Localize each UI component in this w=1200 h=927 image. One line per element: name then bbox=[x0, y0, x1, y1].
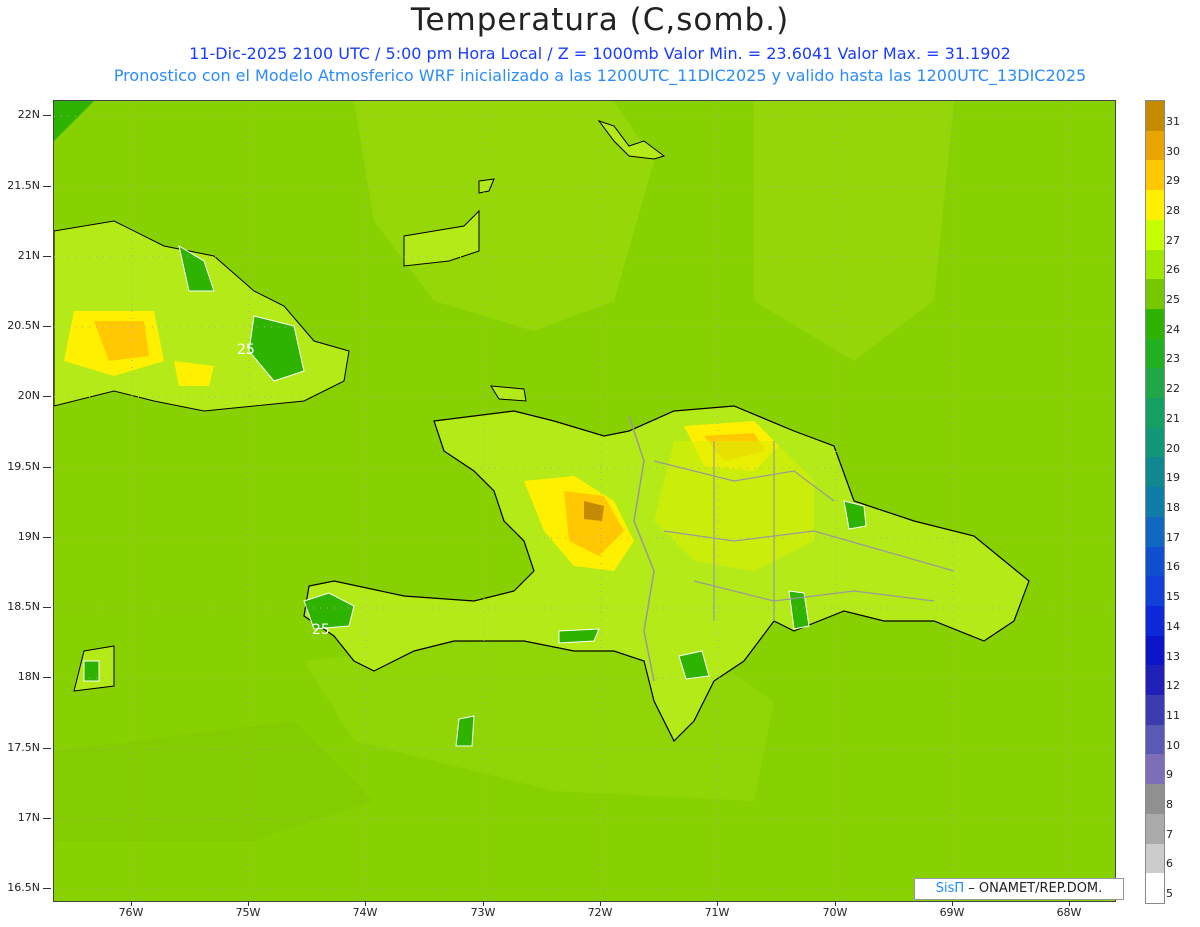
lon-label: 72W bbox=[587, 906, 613, 919]
color-scale-bar bbox=[1145, 100, 1165, 904]
color-scale-label: 29 bbox=[1166, 174, 1180, 188]
color-scale-label: 6 bbox=[1166, 857, 1173, 871]
color-scale-cell bbox=[1146, 576, 1164, 607]
lat-label: 17N bbox=[17, 811, 40, 824]
color-scale-label: 14 bbox=[1166, 619, 1180, 633]
map-canvas: 25 25 bbox=[54, 101, 1115, 901]
color-scale-cell bbox=[1146, 160, 1164, 191]
color-scale-cell bbox=[1146, 249, 1164, 280]
color-scale-cell bbox=[1146, 368, 1164, 399]
color-scale-label: 9 bbox=[1166, 768, 1173, 782]
color-scale-label: 31 bbox=[1166, 114, 1180, 128]
lat-label: 19.5N bbox=[7, 460, 40, 473]
color-scale-label: 8 bbox=[1166, 798, 1173, 812]
credit-brand: SisΠ bbox=[935, 881, 965, 896]
color-scale-cell bbox=[1146, 516, 1164, 548]
lon-label: 71W bbox=[704, 906, 730, 919]
color-scale-cell bbox=[1146, 457, 1164, 488]
color-scale-label: 12 bbox=[1166, 679, 1180, 693]
color-scale-label: 7 bbox=[1166, 827, 1173, 841]
color-scale-label: 15 bbox=[1166, 590, 1180, 604]
lat-label: 18.5N bbox=[7, 600, 40, 613]
lat-label: 17.5N bbox=[7, 741, 40, 754]
color-scale-label: 27 bbox=[1166, 233, 1180, 247]
color-scale-label: 30 bbox=[1166, 144, 1180, 158]
color-scale-cell bbox=[1146, 695, 1164, 726]
color-scale-label: 24 bbox=[1166, 322, 1180, 336]
lat-label: 20N bbox=[17, 389, 40, 402]
lon-label: 69W bbox=[939, 906, 965, 919]
color-scale-cell bbox=[1146, 101, 1164, 132]
lat-label: 21.5N bbox=[7, 179, 40, 192]
lat-label: 21N bbox=[17, 249, 40, 262]
color-scale-label: 5 bbox=[1166, 887, 1173, 901]
color-scale-cell bbox=[1146, 843, 1164, 874]
credit-org: – ONAMET/REP.DOM. bbox=[968, 881, 1103, 896]
lat-label: 18N bbox=[17, 670, 40, 683]
map-title: Temperatura (C,somb.) bbox=[410, 2, 790, 38]
color-scale-label: 25 bbox=[1166, 293, 1180, 307]
color-scale-label: 26 bbox=[1166, 263, 1180, 277]
color-scale-label: 19 bbox=[1166, 471, 1180, 485]
lon-label: 68W bbox=[1056, 906, 1082, 919]
color-scale-cell bbox=[1146, 338, 1164, 369]
temperature-map: 25 25 bbox=[53, 100, 1116, 902]
color-scale-label: 18 bbox=[1166, 501, 1180, 514]
lat-label: 19N bbox=[17, 530, 40, 543]
color-scale-cell bbox=[1146, 219, 1164, 251]
color-scale-cell bbox=[1146, 635, 1164, 666]
color-scale-cell bbox=[1146, 873, 1164, 904]
lon-label: 75W bbox=[235, 906, 261, 919]
map-subtitle-date: 11-Dic-2025 2100 UTC / 5:00 pm Hora Loca… bbox=[189, 44, 1011, 63]
color-scale-cell bbox=[1146, 308, 1164, 340]
color-scale-label: 11 bbox=[1166, 708, 1180, 722]
map-subtitle-model: Pronostico con el Modelo Atmosferico WRF… bbox=[113, 66, 1087, 85]
lon-label: 76W bbox=[118, 906, 144, 919]
color-scale-cell bbox=[1146, 724, 1164, 755]
color-scale-cell bbox=[1146, 665, 1164, 696]
lon-label: 74W bbox=[352, 906, 378, 919]
color-scale-cell bbox=[1146, 427, 1164, 458]
color-scale-cell bbox=[1146, 605, 1164, 637]
color-scale-label: 16 bbox=[1166, 560, 1180, 574]
lat-label: 20.5N bbox=[7, 319, 40, 332]
color-scale-label: 13 bbox=[1166, 649, 1180, 663]
color-scale-cell bbox=[1146, 546, 1164, 577]
color-scale-cell bbox=[1146, 190, 1164, 221]
color-scale-cell bbox=[1146, 754, 1164, 785]
color-scale-label: 17 bbox=[1166, 530, 1180, 544]
lat-label: 22N bbox=[17, 108, 40, 121]
color-scale-cell bbox=[1146, 398, 1164, 429]
color-scale-label: 10 bbox=[1166, 738, 1180, 752]
lon-label: 70W bbox=[822, 906, 848, 919]
color-scale-label: 20 bbox=[1166, 441, 1180, 455]
color-scale-cell bbox=[1146, 487, 1164, 518]
color-scale-label: 28 bbox=[1166, 203, 1180, 217]
color-scale-label: 22 bbox=[1166, 382, 1180, 396]
lon-label: 73W bbox=[470, 906, 496, 919]
contour-label: 25 bbox=[237, 342, 255, 358]
color-scale-cell bbox=[1146, 279, 1164, 310]
credit-box: SisΠ – ONAMET/REP.DOM. bbox=[914, 878, 1124, 900]
color-scale-label: 23 bbox=[1166, 352, 1180, 366]
color-scale-label: 21 bbox=[1166, 411, 1180, 425]
color-scale-cell bbox=[1146, 813, 1164, 845]
color-scale-cell bbox=[1146, 784, 1164, 815]
contour-label: 25 bbox=[312, 622, 330, 638]
color-scale-cell bbox=[1146, 130, 1164, 161]
lat-label: 16.5N bbox=[7, 881, 40, 894]
